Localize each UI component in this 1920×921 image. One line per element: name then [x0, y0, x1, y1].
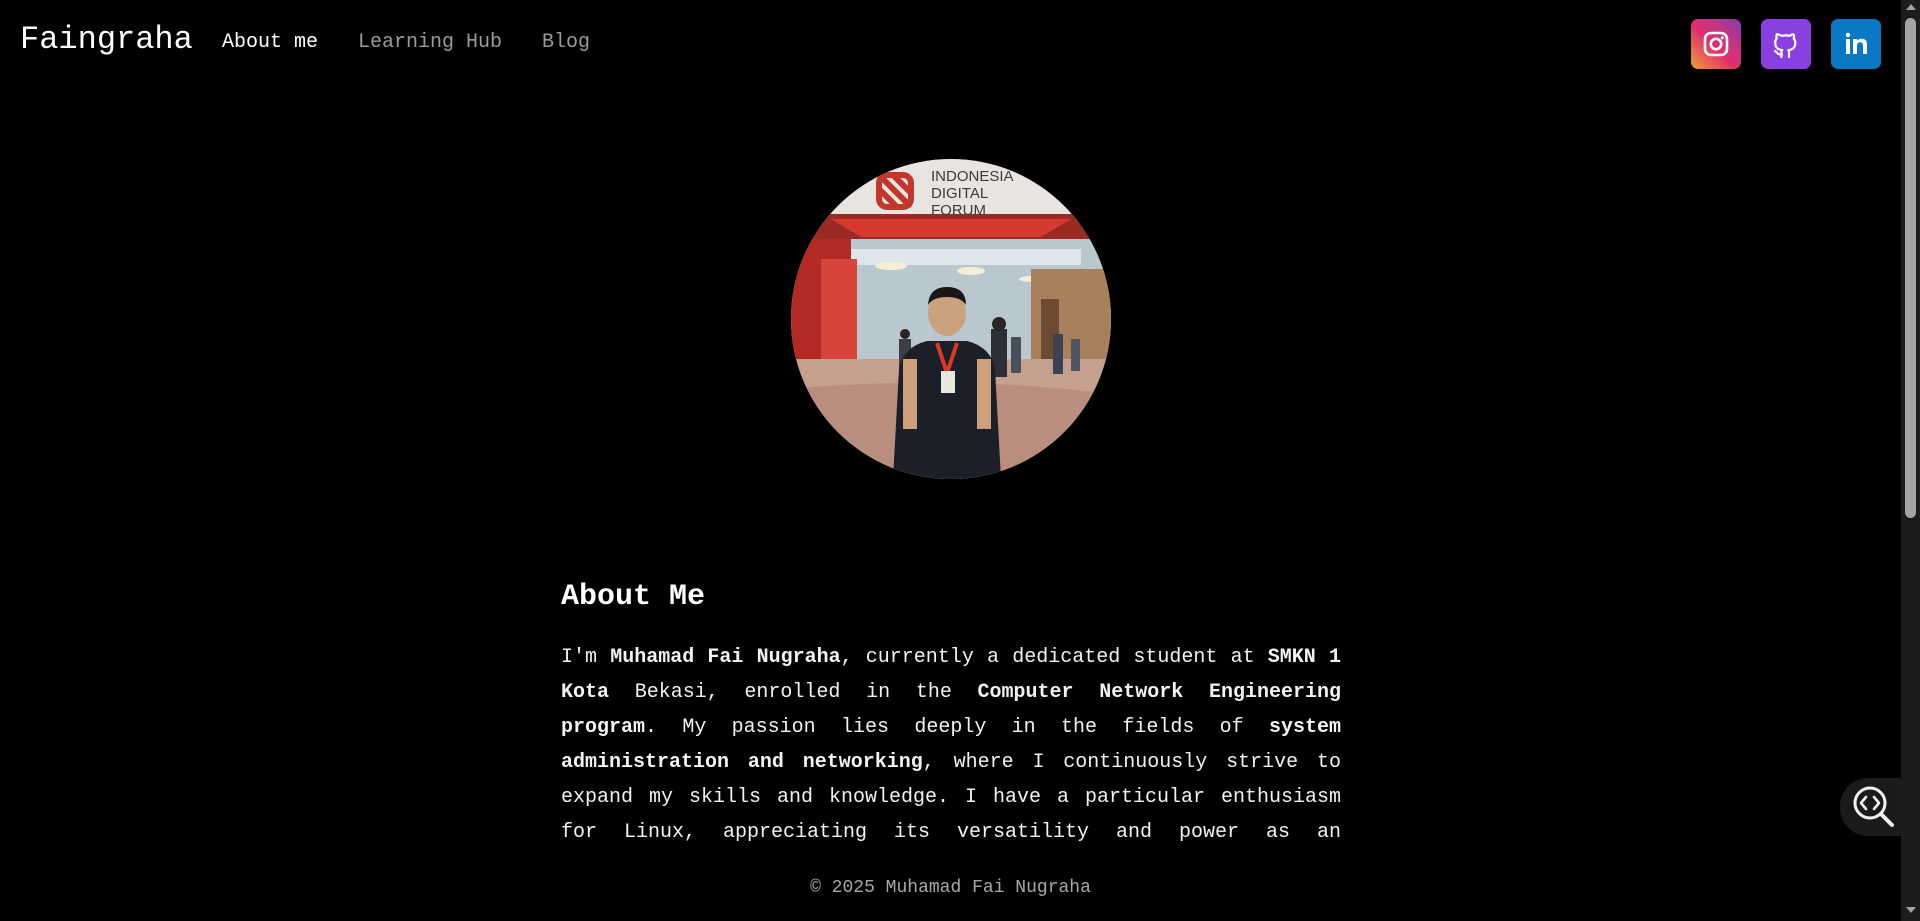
profile-photo-image: INDONESIA DIGITAL FORUM — [791, 159, 1111, 479]
instagram-button[interactable] — [1691, 19, 1741, 69]
github-icon — [1773, 33, 1797, 59]
instagram-icon — [1703, 31, 1729, 57]
nav-learning-hub[interactable]: Learning Hub — [358, 30, 502, 56]
scroll-down-arrow[interactable] — [1906, 907, 1916, 913]
about-paragraph: I'm Muhamad Fai Nugraha, currently a ded… — [561, 640, 1341, 852]
linkedin-icon — [1845, 32, 1867, 54]
sign-text-3: FORUM — [931, 202, 986, 219]
code-search-icon — [1853, 786, 1894, 827]
scrollbar[interactable] — [1901, 0, 1920, 921]
footer-copyright: © 2025 Muhamad Fai Nugraha — [810, 878, 1091, 898]
linkedin-button[interactable] — [1831, 19, 1881, 69]
sign-text-1: INDONESIA — [931, 168, 1014, 185]
scroll-up-arrow[interactable] — [1906, 4, 1916, 10]
about-text-viewport: I'm Muhamad Fai Nugraha, currently a ded… — [561, 640, 1341, 852]
navbar: Faingraha About me Learning Hub Blog — [0, 0, 1901, 86]
sign-text-2: DIGITAL — [931, 185, 988, 202]
brand-logo[interactable]: Faingraha — [20, 20, 193, 60]
nav-about-me[interactable]: About me — [222, 30, 318, 56]
profile-photo: INDONESIA DIGITAL FORUM — [791, 159, 1111, 479]
code-inspect-button[interactable] — [1840, 778, 1901, 836]
github-button[interactable] — [1761, 19, 1811, 69]
footer: © 2025 Muhamad Fai Nugraha — [0, 876, 1901, 900]
about-text-1: I'm — [561, 646, 611, 669]
about-title: About Me — [561, 580, 706, 614]
about-name: Muhamad Fai Nugraha — [610, 646, 841, 669]
about-text-3: Bekasi, enrolled in the — [609, 681, 978, 704]
page: Faingraha About me Learning Hub Blog IND… — [0, 0, 1901, 921]
scroll-thumb[interactable] — [1905, 18, 1916, 518]
about-text-4: . My passion lies deeply in the fields o… — [645, 716, 1269, 739]
nav-blog[interactable]: Blog — [542, 30, 590, 56]
about-text-2: , currently a dedicated student at — [840, 646, 1268, 669]
